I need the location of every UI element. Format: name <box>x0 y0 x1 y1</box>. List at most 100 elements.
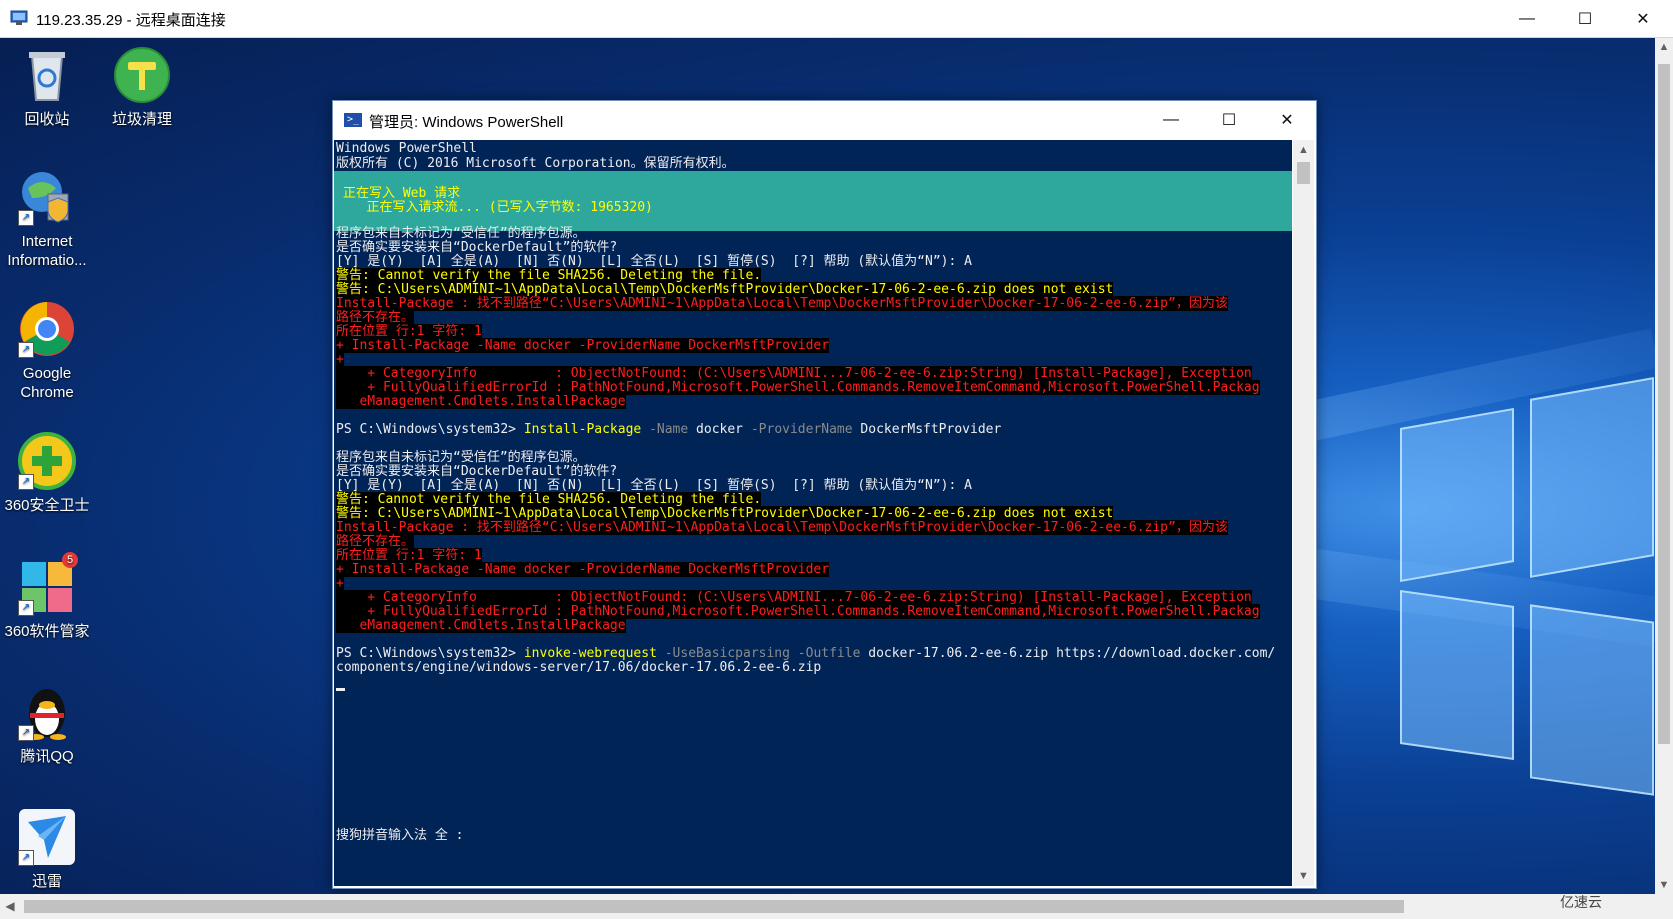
text-cursor <box>336 688 345 691</box>
progress-banner: 正在写入 Web 请求 正在写入请求流... (已写入字节数: 1965320) <box>334 171 1292 231</box>
error-line: + FullyQualifiedErrorId : PathNotFound,M… <box>336 380 1260 395</box>
desktop-icon-xunlei[interactable]: ↗ 迅雷 <box>1 808 93 891</box>
parameter: -Outfile <box>789 646 861 661</box>
desktop-icon-360-security[interactable]: ↗ 360安全卫士 <box>1 432 93 515</box>
error-line: + <box>336 352 344 367</box>
argument: DockerMsftProvider <box>852 422 1002 437</box>
scroll-down-icon[interactable]: ▼ <box>1293 866 1314 886</box>
wallpaper-window-pane <box>1400 589 1514 761</box>
broom-cleaner-icon <box>113 46 171 104</box>
rdp-horizontal-scrollbar[interactable]: ◀ <box>0 894 1655 919</box>
console-line: components/engine/windows-server/17.06/d… <box>336 660 822 675</box>
desktop-icon-cleaner[interactable]: 垃圾清理 <box>96 46 188 129</box>
desktop-icon-label: 回收站 <box>24 111 70 128</box>
powershell-titlebar[interactable]: >_ 管理员: Windows PowerShell — ☐ ✕ <box>333 101 1316 139</box>
error-line: 路径不存在。 <box>336 534 415 549</box>
cmdlet-name: invoke-webrequest <box>523 646 657 661</box>
error-line: Install-Package : 找不到路径“C:\Users\ADMINI~… <box>336 520 1228 535</box>
console-prompt-choice: [Y] 是(Y) [A] 全是(A) [N] 否(N) [L] 全否(L) [S… <box>336 478 972 493</box>
console-line: 程序包来自未标记为“受信任”的程序包源。 <box>336 226 586 241</box>
error-line: eManagement.Cmdlets.InstallPackage <box>336 618 626 633</box>
error-line: + CategoryInfo : ObjectNotFound: (C:\Use… <box>336 590 1252 605</box>
desktop-icon-qq[interactable]: ↗ 腾讯QQ <box>1 683 93 766</box>
error-line: + CategoryInfo : ObjectNotFound: (C:\Use… <box>336 366 1252 381</box>
error-line: eManagement.Cmdlets.InstallPackage <box>336 394 626 409</box>
ps-close-button[interactable]: ✕ <box>1258 101 1316 139</box>
parameter: -UseBasicparsing <box>656 646 790 661</box>
error-line: + <box>336 576 344 591</box>
shortcut-arrow-icon: ↗ <box>18 600 34 616</box>
remote-desktop-icon <box>10 10 28 25</box>
console-line: 程序包来自未标记为“受信任”的程序包源。 <box>336 450 586 465</box>
chrome-icon: ↗ <box>18 300 76 358</box>
scroll-left-icon[interactable]: ◀ <box>0 894 20 919</box>
qq-penguin-icon: ↗ <box>18 683 76 741</box>
desktop-icon-label: 360软件管家 <box>4 623 90 640</box>
desktop-icon-360-software[interactable]: 5 ↗ 360软件管家 <box>1 552 93 641</box>
warning-line: 警告: Cannot verify the file SHA256. Delet… <box>336 492 762 507</box>
console-line: 是否确实要安装来自“DockerDefault”的软件? <box>336 240 618 255</box>
console-line: 是否确实要安装来自“DockerDefault”的软件? <box>336 464 618 479</box>
console-output[interactable]: Windows PowerShell 版权所有 (C) 2016 Microso… <box>334 140 1292 886</box>
rdp-maximize-button[interactable]: ☐ <box>1556 0 1614 37</box>
360-security-icon: ↗ <box>18 432 76 490</box>
desktop-icon-label: Google Chrome <box>20 365 74 401</box>
parameter: -ProviderName <box>743 422 853 437</box>
ps-prompt: PS C:\Windows\system32> <box>336 646 524 661</box>
rdp-vertical-scrollbar[interactable]: ▲ ▼ <box>1655 38 1673 894</box>
scroll-up-icon[interactable]: ▲ <box>1655 38 1673 56</box>
cmdlet-name: Install-Package <box>523 422 642 437</box>
ps-minimize-button[interactable]: — <box>1142 101 1200 139</box>
scrollbar-thumb[interactable] <box>1658 64 1670 744</box>
console-command-line: PS C:\Windows\system32> invoke-webreques… <box>336 646 1275 661</box>
remote-desktop-area: 回收站 垃圾清理 ↗ Internet Informatio... ↗ Goog… <box>0 38 1655 894</box>
powershell-icon: >_ <box>344 113 362 127</box>
console-prompt-choice: [Y] 是(Y) [A] 全是(A) [N] 否(N) [L] 全否(L) [S… <box>336 254 972 269</box>
rdp-window-title: 119.23.35.29 - 远程桌面连接 <box>36 12 226 29</box>
360-software-manager-icon: 5 ↗ <box>18 552 78 616</box>
desktop-icon-chrome[interactable]: ↗ Google Chrome <box>1 300 93 402</box>
rdp-minimize-button[interactable]: — <box>1498 0 1556 37</box>
scroll-down-icon[interactable]: ▼ <box>1655 876 1673 894</box>
powershell-window-title: 管理员: Windows PowerShell <box>369 114 564 131</box>
scrollbar-corner <box>1655 894 1673 919</box>
desktop-icon-label: 迅雷 <box>31 873 62 890</box>
warning-line: 警告: Cannot verify the file SHA256. Delet… <box>336 268 762 283</box>
notification-badge: 5 <box>62 552 78 568</box>
desktop-icon-recycle-bin[interactable]: 回收站 <box>1 46 93 129</box>
rdp-close-button[interactable]: ✕ <box>1614 0 1672 37</box>
scroll-up-icon[interactable]: ▲ <box>1293 140 1314 160</box>
xunlei-bird-icon: ↗ <box>18 808 76 866</box>
desktop-icon-iis[interactable]: ↗ Internet Informatio... <box>1 168 93 270</box>
error-line: 所在位置 行:1 字符: 1 <box>336 324 482 339</box>
desktop-icon-label: 360安全卫士 <box>4 497 90 514</box>
shortcut-arrow-icon: ↗ <box>18 342 34 358</box>
iis-manager-icon: ↗ <box>18 168 76 226</box>
desktop-icon-label: 腾讯QQ <box>20 748 74 765</box>
scrollbar-thumb[interactable] <box>24 900 1404 913</box>
ps-prompt: PS C:\Windows\system32> <box>336 422 524 437</box>
error-line: + Install-Package -Name docker -Provider… <box>336 338 830 353</box>
ps-maximize-button[interactable]: ☐ <box>1200 101 1258 139</box>
shortcut-arrow-icon: ↗ <box>18 210 34 226</box>
error-line: 所在位置 行:1 字符: 1 <box>336 548 482 563</box>
recycle-bin-icon <box>18 46 76 104</box>
error-line: + Install-Package -Name docker -Provider… <box>336 562 830 577</box>
wallpaper-window-pane <box>1400 407 1514 583</box>
powershell-window[interactable]: >_ 管理员: Windows PowerShell — ☐ ✕ Windows… <box>332 100 1317 889</box>
error-line: 路径不存在。 <box>336 310 415 325</box>
watermark: 亿速云 <box>1560 894 1602 910</box>
desktop-icon-label: 垃圾清理 <box>111 111 172 128</box>
warning-line: 警告: C:\Users\ADMINI~1\AppData\Local\Temp… <box>336 506 1114 521</box>
shortcut-arrow-icon: ↗ <box>18 850 34 866</box>
console-scrollbar[interactable]: ▲ ▼ <box>1293 140 1314 886</box>
parameter: -Name <box>641 422 689 437</box>
console-line: 版权所有 (C) 2016 Microsoft Corporation。保留所有… <box>336 156 735 171</box>
desktop-icon-label: Internet Informatio... <box>7 233 87 269</box>
progress-status: 正在写入请求流... (已写入字节数: 1965320) <box>343 200 653 215</box>
argument: docker <box>688 422 744 437</box>
progress-activity: 正在写入 Web 请求 <box>343 186 461 201</box>
error-line: Install-Package : 找不到路径“C:\Users\ADMINI~… <box>336 296 1228 311</box>
console-line: Windows PowerShell <box>336 141 477 156</box>
scrollbar-thumb[interactable] <box>1297 162 1310 184</box>
